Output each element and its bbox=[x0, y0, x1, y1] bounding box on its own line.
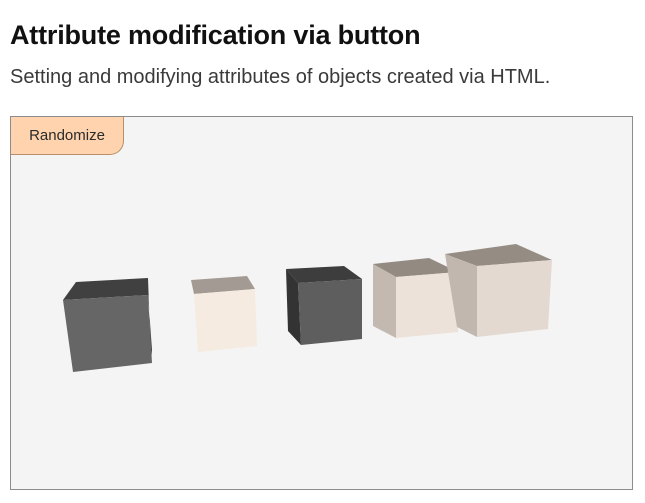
cube-5[interactable] bbox=[445, 244, 552, 337]
page-title: Attribute modification via button bbox=[10, 20, 421, 50]
cube-2-front-face bbox=[194, 289, 257, 352]
cube-2[interactable] bbox=[191, 276, 257, 352]
cube-4[interactable] bbox=[373, 258, 458, 338]
cube-4-left-face bbox=[373, 264, 396, 338]
page-subtitle: Setting and modifying attributes of obje… bbox=[10, 66, 551, 88]
3d-scene-viewport[interactable]: Randomize bbox=[10, 116, 633, 490]
cube-5-front-face bbox=[477, 260, 552, 337]
randomize-button[interactable]: Randomize bbox=[11, 117, 124, 155]
3d-scene[interactable] bbox=[11, 117, 633, 490]
cube-4-front-face bbox=[396, 272, 458, 338]
cube-1[interactable] bbox=[63, 278, 152, 372]
cube-3-front-face bbox=[298, 279, 362, 345]
cube-1-front-face bbox=[63, 295, 152, 372]
cube-3[interactable] bbox=[286, 266, 362, 345]
